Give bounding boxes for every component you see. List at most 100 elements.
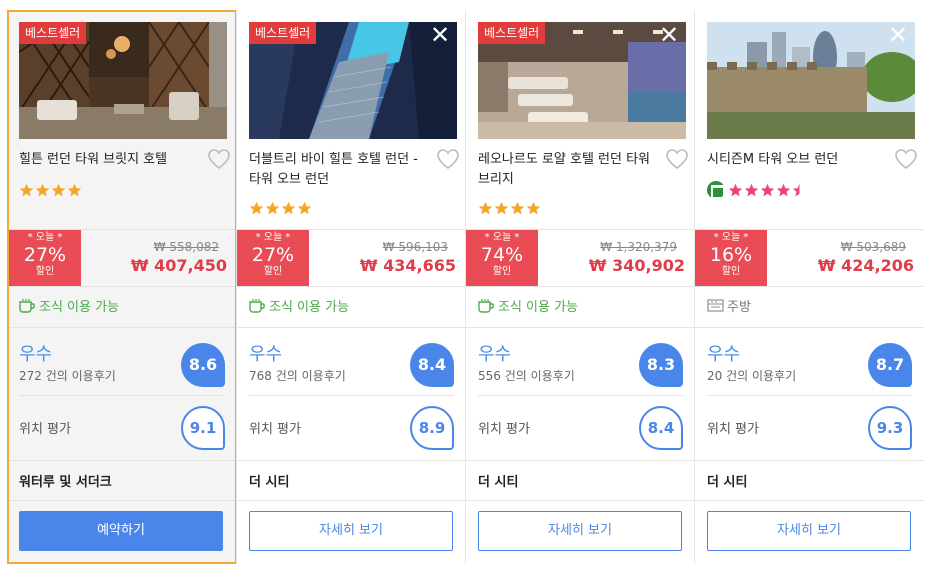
favorite-heart-icon[interactable]: [436, 148, 460, 170]
sale-price: ₩ 424,206: [817, 256, 914, 275]
amenity-label: 주방: [727, 300, 751, 315]
review-count[interactable]: 20 건의 이용후기: [707, 367, 796, 384]
star-icon: [526, 201, 541, 216]
amenity-label: 조식 이용 가능: [39, 300, 120, 315]
divider: [9, 286, 235, 287]
location-score: 9.1: [181, 406, 225, 450]
discount-off-label: 할인: [35, 266, 55, 277]
discount-badge: * 오늘 * 16% 할인: [695, 230, 767, 286]
divider: [19, 395, 225, 396]
hotel-card[interactable]: 베스트셀러 ✕ 레오나르도 로얄 호텔 런던 타워 브리지 * 오늘 * 74%…: [465, 10, 695, 564]
amenity: 조식 이용 가능: [19, 296, 119, 315]
divider: [466, 286, 695, 287]
close-icon[interactable]: ✕: [656, 22, 682, 48]
hotel-area: 더 시티: [707, 475, 748, 490]
star-icon: [760, 183, 775, 198]
hotel-card[interactable]: 베스트셀러 ✕ 더블트리 바이 힐튼 호텔 런던 - 타워 오브 런던 * 오늘…: [236, 10, 466, 564]
coffee-icon: [478, 298, 495, 313]
divider: [466, 460, 695, 461]
hotel-name[interactable]: 레오나르도 로얄 호텔 런던 타워 브리지: [478, 150, 658, 190]
discount-today-label: * 오늘 *: [255, 232, 291, 243]
hotel-area: 더 시티: [478, 475, 519, 490]
review-score: 8.6: [181, 343, 225, 387]
discount-off-label: 할인: [721, 266, 741, 277]
hotel-name[interactable]: 힐튼 런던 타워 브릿지 호텔: [19, 150, 199, 170]
review-score: 8.4: [410, 343, 454, 387]
half-star-icon: [792, 183, 807, 198]
star-icon: [478, 201, 493, 216]
divider: [478, 395, 683, 396]
star-icon: [51, 183, 66, 198]
discount-off-label: 할인: [492, 266, 512, 277]
original-price: ₩ 596,103: [382, 240, 448, 254]
review-count[interactable]: 556 건의 이용후기: [478, 367, 575, 384]
view-details-button[interactable]: 자세히 보기: [249, 511, 453, 551]
close-icon[interactable]: ✕: [885, 22, 911, 48]
discount-badge: * 오늘 * 27% 할인: [9, 230, 81, 286]
rating-word: 우수: [249, 344, 283, 365]
favorite-heart-icon[interactable]: [894, 148, 918, 170]
discount-percent: 16%: [709, 244, 753, 266]
book-button[interactable]: 예약하기: [19, 511, 223, 551]
view-details-button[interactable]: 자세히 보기: [478, 511, 682, 551]
star-icon: [249, 201, 264, 216]
star-rating: [707, 181, 807, 199]
star-icon: [728, 183, 743, 198]
star-icon: [35, 183, 50, 198]
star-rating: [19, 182, 82, 198]
rating-word: 우수: [707, 344, 741, 365]
discount-today-label: * 오늘 *: [713, 232, 749, 243]
hotel-area: 워터루 및 서더크: [19, 475, 112, 490]
sale-price: ₩ 340,902: [588, 256, 685, 275]
hotel-area: 더 시티: [249, 475, 290, 490]
divider: [9, 500, 235, 501]
discount-badge: * 오늘 * 27% 할인: [237, 230, 309, 286]
location-label: 위치 평가: [478, 422, 530, 437]
hotel-name[interactable]: 더블트리 바이 힐튼 호텔 런던 - 타워 오브 런던: [249, 150, 429, 190]
divider: [707, 395, 912, 396]
hotel-photo[interactable]: 베스트셀러: [19, 22, 227, 139]
star-icon: [297, 201, 312, 216]
original-price: ₩ 503,689: [840, 240, 906, 254]
review-count[interactable]: 768 건의 이용후기: [249, 367, 346, 384]
star-icon: [744, 183, 759, 198]
discount-off-label: 할인: [263, 266, 283, 277]
review-count[interactable]: 272 건의 이용후기: [19, 367, 116, 384]
favorite-heart-icon[interactable]: [665, 148, 689, 170]
divider: [695, 286, 924, 287]
location-label: 위치 평가: [249, 422, 301, 437]
divider: [695, 327, 924, 328]
bestseller-badge: 베스트셀러: [478, 22, 546, 44]
divider: [249, 395, 454, 396]
close-icon[interactable]: ✕: [427, 22, 453, 48]
coffee-icon: [19, 298, 36, 313]
sale-price: ₩ 434,665: [359, 256, 456, 275]
original-price: ₩ 1,320,379: [600, 240, 677, 254]
divider: [466, 500, 695, 501]
sale-price: ₩ 407,450: [130, 256, 227, 275]
hotel-card[interactable]: ✕ 시티즌M 타워 오브 런던 * 오늘 * 16% 할인 ₩ 503,689 …: [694, 10, 924, 564]
discount-badge: * 오늘 * 74% 할인: [466, 230, 538, 286]
hotel-photo[interactable]: 베스트셀러 ✕: [249, 22, 457, 139]
hotel-comparison-row: 베스트셀러 힐튼 런던 타워 브릿지 호텔 * 오늘 * 27% 할인 ₩ 55…: [5, 10, 931, 566]
star-icon: [19, 183, 34, 198]
divider: [466, 327, 695, 328]
kitchen-icon: [707, 298, 724, 313]
discount-today-label: * 오늘 *: [27, 232, 63, 243]
view-details-button[interactable]: 자세히 보기: [707, 511, 911, 551]
rating-word: 우수: [478, 344, 512, 365]
hotel-name[interactable]: 시티즌M 타워 오브 런던: [707, 150, 887, 170]
location-label: 위치 평가: [707, 422, 759, 437]
hotel-card[interactable]: 베스트셀러 힐튼 런던 타워 브릿지 호텔 * 오늘 * 27% 할인 ₩ 55…: [7, 10, 237, 564]
amenity: 조식 이용 가능: [249, 296, 349, 315]
divider: [237, 286, 466, 287]
discount-percent: 27%: [251, 244, 295, 266]
discount-percent: 74%: [480, 244, 524, 266]
location-score: 9.3: [868, 406, 912, 450]
hotel-photo[interactable]: 베스트셀러 ✕: [478, 22, 686, 139]
hotel-photo[interactable]: ✕: [707, 22, 915, 139]
original-price: ₩ 558,082: [153, 240, 219, 254]
location-label: 위치 평가: [19, 422, 71, 437]
divider: [237, 327, 466, 328]
favorite-heart-icon[interactable]: [207, 148, 231, 170]
